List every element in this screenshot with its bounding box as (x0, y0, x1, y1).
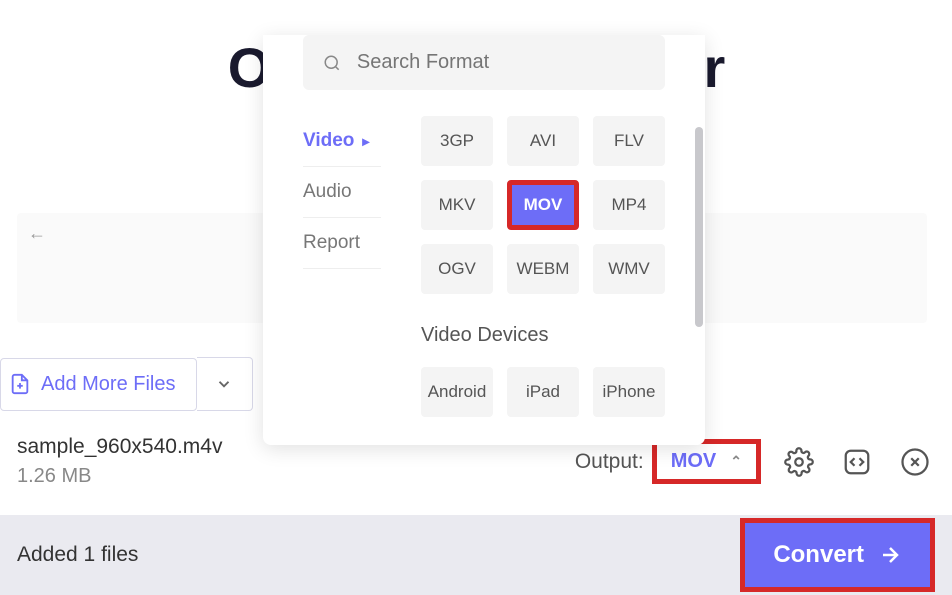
search-box[interactable] (303, 35, 665, 90)
output-format-select[interactable]: MOV ⌃ (652, 439, 761, 484)
back-arrow-icon[interactable]: ← (28, 223, 46, 244)
status-text: Added 1 files (17, 543, 740, 567)
format-mov[interactable]: MOV (507, 180, 579, 230)
chevron-down-icon (215, 375, 233, 393)
format-mkv[interactable]: MKV (421, 180, 493, 230)
format-webm[interactable]: WEBM (507, 244, 579, 294)
add-more-label: Add More Files (41, 373, 176, 396)
device-iphone[interactable]: iPhone (593, 367, 665, 417)
arrow-right-icon (878, 543, 902, 567)
code-icon (842, 447, 872, 477)
category-report[interactable]: Report (303, 218, 381, 269)
format-wmv[interactable]: WMV (593, 244, 665, 294)
add-file-icon (9, 373, 31, 395)
search-input[interactable] (357, 51, 645, 74)
device-android[interactable]: Android (421, 367, 493, 417)
search-icon (323, 53, 341, 73)
format-ogv[interactable]: OGV (421, 244, 493, 294)
scrollbar[interactable] (695, 127, 703, 327)
gear-icon (784, 447, 814, 477)
format-3gp[interactable]: 3GP (421, 116, 493, 166)
category-list: Video Audio Report (303, 116, 381, 417)
format-mp4[interactable]: MP4 (593, 180, 665, 230)
add-more-files-button[interactable]: Add More Files (0, 358, 197, 411)
devices-header: Video Devices (421, 324, 665, 347)
file-size: 1.26 MB (17, 465, 575, 488)
convert-label: Convert (773, 541, 864, 569)
chevron-up-icon: ⌃ (730, 453, 742, 470)
category-video[interactable]: Video (303, 116, 381, 167)
category-audio[interactable]: Audio (303, 167, 381, 218)
remove-button[interactable] (895, 442, 935, 482)
format-avi[interactable]: AVI (507, 116, 579, 166)
device-ipad[interactable]: iPad (507, 367, 579, 417)
close-icon (900, 447, 930, 477)
convert-button[interactable]: Convert (745, 523, 930, 587)
add-more-dropdown-button[interactable] (197, 357, 253, 411)
format-flv[interactable]: FLV (593, 116, 665, 166)
embed-button[interactable] (837, 442, 877, 482)
output-label: Output: (575, 450, 644, 474)
format-dropdown-panel: Video Audio Report 3GP AVI FLV MKV MOV M… (263, 35, 705, 445)
output-format-value: MOV (671, 450, 717, 473)
settings-button[interactable] (779, 442, 819, 482)
footer: Added 1 files Convert (0, 515, 952, 595)
